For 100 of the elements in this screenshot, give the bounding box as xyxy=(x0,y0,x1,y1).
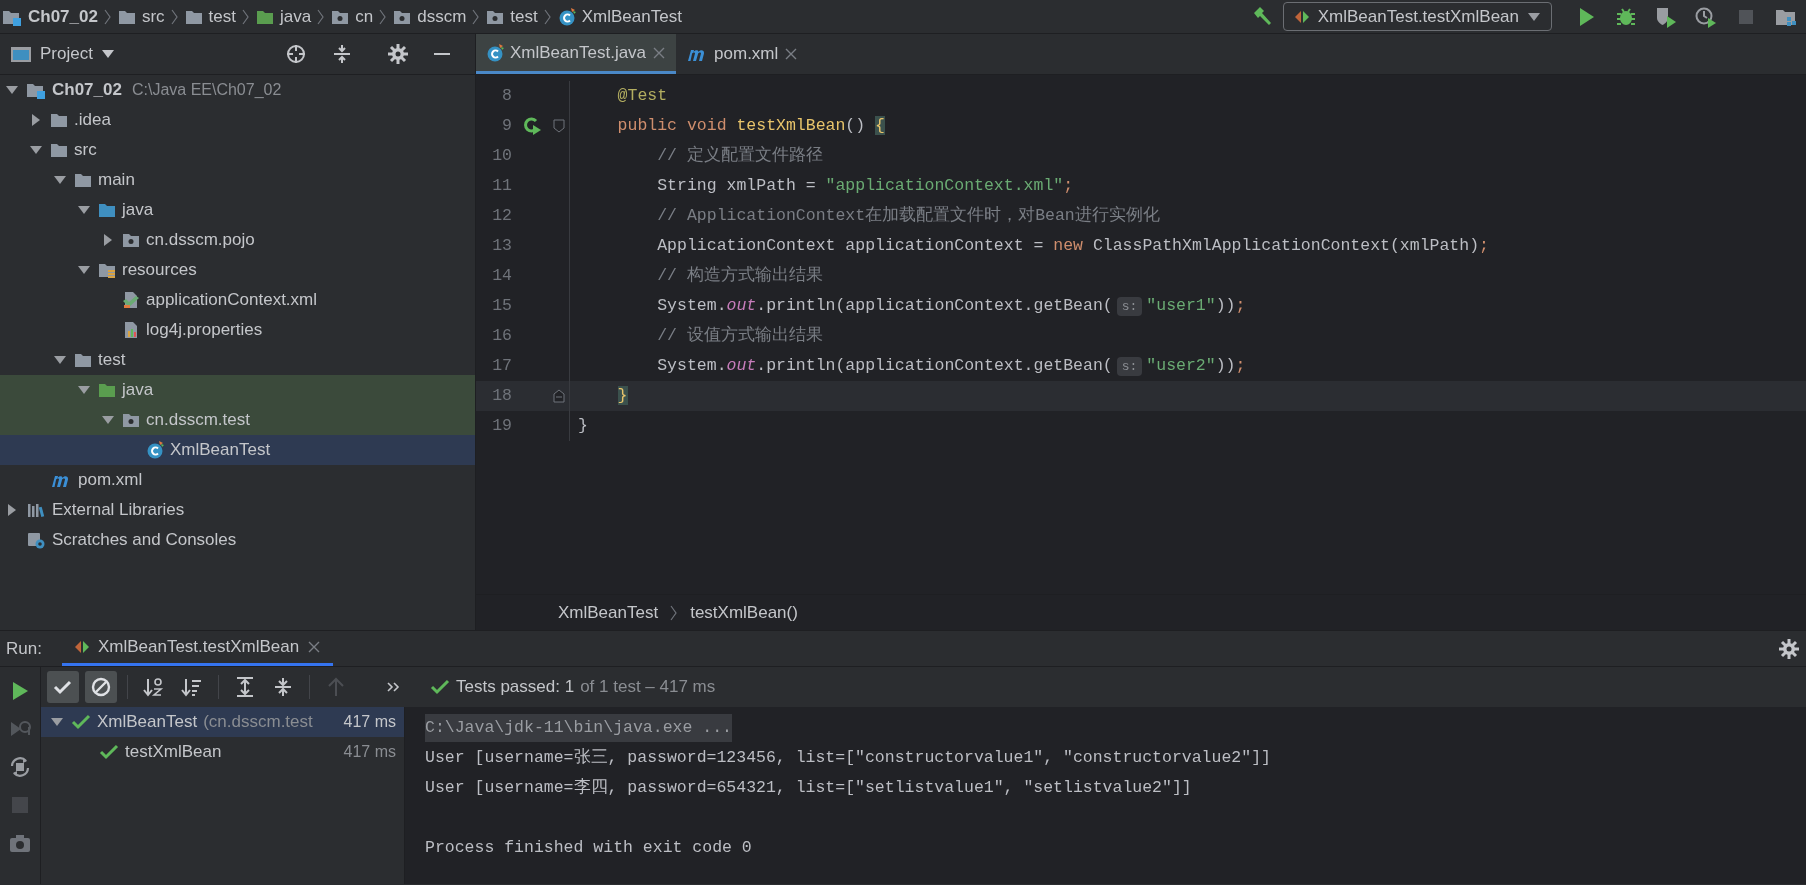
line-number: 13 xyxy=(491,234,513,257)
breadcrumb-item[interactable]: Ch07_02 xyxy=(2,3,98,30)
tree-item[interactable]: java xyxy=(0,195,475,225)
package-icon xyxy=(122,231,140,249)
class-icon xyxy=(557,7,576,26)
item-label: Scratches and Consoles xyxy=(52,529,237,552)
item-label: src xyxy=(74,139,97,162)
line-number: 15 xyxy=(491,294,513,317)
line-number: 9 xyxy=(501,114,513,137)
show-ignored-toggle[interactable] xyxy=(85,671,117,703)
module-icon xyxy=(26,81,46,99)
test-package: (cn.dsscm.test xyxy=(203,711,313,734)
class-icon xyxy=(146,441,164,459)
item-label: Ch07_02 xyxy=(52,79,122,102)
sort-by-duration-icon xyxy=(181,676,203,698)
folder-icon xyxy=(74,171,92,189)
close-icon[interactable] xyxy=(784,47,799,61)
editor-tab[interactable]: pom.xml xyxy=(676,34,809,74)
code-line: System.out.println(applicationContext.getBean( s: "user1")); xyxy=(656,294,1246,318)
locate-icon[interactable] xyxy=(285,43,307,65)
status-detail: of 1 test – 417 ms xyxy=(580,676,716,699)
libraries-icon xyxy=(26,501,46,519)
breadcrumb-item[interactable]: test xyxy=(184,3,236,30)
line-number: 17 xyxy=(491,354,513,377)
fold-icon[interactable] xyxy=(552,389,565,403)
show-passed-toggle[interactable] xyxy=(47,671,79,703)
properties-file-icon xyxy=(122,321,140,339)
test-config-icon xyxy=(1293,8,1310,25)
breadcrumb-item[interactable]: XmlBeanTest xyxy=(558,599,659,626)
auto-test-icon[interactable] xyxy=(8,755,32,779)
line-number: 10 xyxy=(491,144,513,167)
tree-item[interactable]: pom.xml xyxy=(0,465,475,495)
console-line: User [username=李四, password=654321, list=["setlistvalue1", "setlistvalue2"]] xyxy=(425,776,1192,799)
close-icon[interactable] xyxy=(652,45,667,60)
tree-item[interactable]: applicationContext.xml xyxy=(0,285,475,315)
chevron-icon xyxy=(170,7,179,26)
collapse-all-icon[interactable] xyxy=(331,43,353,65)
breadcrumb-item[interactable]: java xyxy=(256,3,312,30)
settings-icon[interactable] xyxy=(387,43,409,65)
item-label: cn.dsscm.test xyxy=(146,409,250,432)
line-number: 11 xyxy=(491,174,513,197)
code-line: } xyxy=(577,414,588,437)
breadcrumb-item[interactable]: src xyxy=(117,3,165,30)
code-line: System.out.println(applicationContext.getBean( s: "user2")); xyxy=(656,354,1246,378)
test-tree-item[interactable]: testXmlBean 417 ms xyxy=(41,737,404,767)
close-icon[interactable] xyxy=(307,640,322,654)
panel-icon xyxy=(10,45,32,63)
settings-icon[interactable] xyxy=(1778,637,1800,660)
tree-item[interactable]: java xyxy=(0,375,475,405)
tree-item[interactable]: XmlBeanTest xyxy=(0,435,475,465)
line-number: 18 xyxy=(491,384,513,407)
tree-item[interactable]: log4j.properties xyxy=(0,315,475,345)
editor-tab[interactable]: XmlBeanTest.java xyxy=(476,34,677,74)
tree-item[interactable]: resources xyxy=(0,255,475,285)
item-label: cn.dsscm.pojo xyxy=(146,229,255,252)
project-view-dropdown[interactable]: Project xyxy=(10,41,115,67)
scratches-icon xyxy=(26,531,46,549)
breadcrumb-item[interactable]: cn xyxy=(331,3,374,30)
item-label: applicationContext.xml xyxy=(146,289,318,312)
test-duration: 417 ms xyxy=(343,742,396,762)
item-label: resources xyxy=(122,259,197,282)
code-line: @Test xyxy=(616,84,668,107)
collapse-all-icon xyxy=(272,676,294,698)
test-tree-item[interactable]: XmlBeanTest (cn.dsscm.test 417 ms xyxy=(41,707,404,737)
tree-item[interactable]: main xyxy=(0,165,475,195)
folder-icon xyxy=(98,381,116,399)
tree-item[interactable]: External Libraries xyxy=(0,495,475,525)
test-name: XmlBeanTest xyxy=(97,711,198,734)
breadcrumb-item[interactable]: testXmlBean() xyxy=(690,599,798,626)
chevron-icon xyxy=(242,7,250,26)
breadcrumb-item[interactable]: dsscm xyxy=(393,3,467,30)
test-duration: 417 ms xyxy=(343,712,396,732)
code-line: // 设值方式输出结果 xyxy=(656,324,823,347)
prohibited-icon xyxy=(90,676,112,698)
chevron-icon xyxy=(543,7,552,26)
sort-alphabetically-icon xyxy=(143,676,165,698)
run-configuration-dropdown[interactable]: XmlBeanTest.testXmlBean xyxy=(1282,2,1552,31)
tree-item[interactable]: .idea xyxy=(0,105,475,135)
chevron-icon xyxy=(472,7,481,26)
item-label: log4j.properties xyxy=(146,319,263,342)
panel-title: Run: xyxy=(6,637,42,660)
item-label: pom.xml xyxy=(78,469,143,492)
resources-folder-icon xyxy=(98,261,116,279)
chevron-icon xyxy=(379,7,388,26)
item-label: java xyxy=(122,379,154,402)
item-label: XmlBeanTest xyxy=(170,439,271,462)
dropdown-caret-icon xyxy=(1527,11,1541,22)
tree-item[interactable]: src xyxy=(0,135,475,165)
code-line: // ApplicationContext在加载配置文件时，对Bean进行实例化 xyxy=(656,204,1160,227)
fold-icon[interactable] xyxy=(552,119,565,133)
tree-item[interactable]: Scratches and Consoles xyxy=(0,525,475,555)
item-label: main xyxy=(98,169,135,192)
tree-item[interactable]: test xyxy=(0,345,475,375)
console-line: Process finished with exit code 0 xyxy=(425,836,752,859)
tree-item[interactable]: cn.dsscm.pojo xyxy=(0,225,475,255)
breadcrumb-item[interactable]: XmlBeanTest xyxy=(557,3,682,30)
run-tab[interactable]: XmlBeanTest.testXmlBean xyxy=(61,631,334,666)
tree-item[interactable]: Ch07_02 C:\Java EE\Ch07_02 xyxy=(0,75,475,105)
breadcrumb-item[interactable]: test xyxy=(486,3,538,30)
tree-item[interactable]: cn.dsscm.test xyxy=(0,405,475,435)
